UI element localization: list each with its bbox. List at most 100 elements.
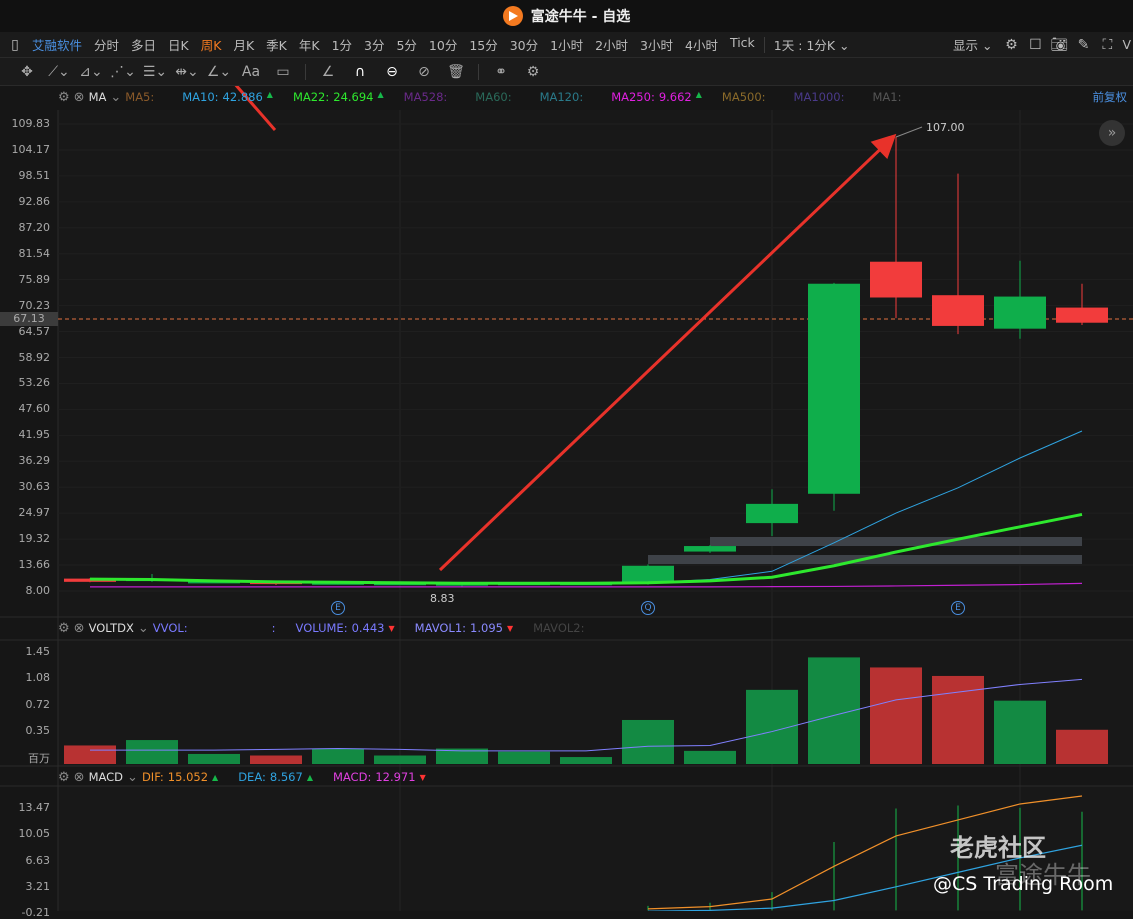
- axis-tick-label: 13.47: [18, 801, 51, 814]
- axis-tick-label: 70.23: [18, 298, 51, 312]
- axis-tick-label: 1.08: [25, 671, 51, 685]
- volume-bar: [126, 740, 178, 764]
- ma-label: MA250:: [611, 90, 655, 104]
- chevron-down-icon[interactable]: ⌄: [138, 621, 149, 636]
- close-icon[interactable]: ⊗: [74, 621, 85, 636]
- candle-body: [932, 295, 984, 326]
- camera-icon[interactable]: 📷︎: [1048, 34, 1070, 56]
- settings-icon[interactable]: ⚙: [58, 770, 70, 785]
- layout-icon[interactable]: ☐: [1024, 34, 1046, 56]
- trendline-icon[interactable]: ⟋⌄: [46, 61, 72, 83]
- ma-value: 42.886: [222, 90, 263, 104]
- fullscreen-icon[interactable]: ⛶: [1096, 34, 1118, 56]
- ma-label: MA528:: [403, 90, 448, 104]
- vvol-value: :: [271, 621, 276, 635]
- fibonacci-icon[interactable]: ☰⌄: [142, 61, 168, 83]
- stock-name[interactable]: 艾融软件: [26, 35, 88, 54]
- ma-value: 9.662: [658, 90, 692, 104]
- title-bar: 富途牛牛 - 自选: [0, 0, 1133, 32]
- dea-value: 8.567: [269, 770, 303, 784]
- text-icon[interactable]: Aa: [238, 61, 264, 83]
- price-zone: [710, 537, 1082, 546]
- period-tab[interactable]: 5分: [390, 35, 422, 54]
- trend-up-icon: ▲: [377, 90, 384, 99]
- trend-down-icon: ▼: [419, 772, 426, 782]
- settings-icon[interactable]: ⚙: [58, 621, 70, 636]
- period-toolbar: ▯ 艾融软件 分时 多日 日K 周K 月K 季K 年K 1分 3分 5分 10分 15分 30分 1小时 2…: [0, 32, 1133, 58]
- period-tab[interactable]: 月K: [227, 35, 260, 54]
- lock-drawings-icon[interactable]: ⊖: [379, 61, 405, 83]
- settings-icon[interactable]: ⚙: [58, 90, 70, 105]
- earnings-event-marker[interactable]: E: [951, 601, 965, 615]
- trash-icon[interactable]: 🗑︎: [443, 61, 469, 83]
- period-tab[interactable]: 年K: [293, 35, 326, 54]
- close-icon[interactable]: ⊗: [74, 770, 85, 785]
- trend-up-icon: ▲: [266, 90, 273, 99]
- period-tab[interactable]: 30分: [504, 35, 544, 54]
- period-tab[interactable]: 3分: [358, 35, 390, 54]
- period-tab[interactable]: 3小时: [634, 35, 679, 54]
- divider: [478, 63, 479, 80]
- measure-icon[interactable]: ⇹⌄: [174, 61, 200, 83]
- period-tab[interactable]: 10分: [423, 35, 463, 54]
- polyline-icon[interactable]: ⊿⌄: [78, 61, 104, 83]
- axis-tick-label: 1.45: [25, 645, 51, 658]
- angle-icon[interactable]: ∠⌄: [206, 61, 232, 83]
- chevron-down-icon[interactable]: ⌄: [127, 770, 138, 785]
- ma-label: MA5:: [125, 90, 155, 104]
- settings-icon[interactable]: ⚙: [1000, 34, 1022, 56]
- adjust-mode-button[interactable]: 前复权: [1093, 89, 1128, 105]
- sidebar-toggle-icon[interactable]: ▯: [4, 34, 26, 56]
- display-label: 显示: [952, 38, 978, 53]
- dif-value: 15.052: [167, 770, 209, 784]
- draw-settings-icon[interactable]: ⚙: [520, 61, 546, 83]
- compare-icon[interactable]: ⚭: [488, 61, 514, 83]
- period-tab[interactable]: 15分: [463, 35, 503, 54]
- volume-bar: [994, 700, 1046, 764]
- ma-label: MA10:: [182, 90, 219, 104]
- axis-tick-label: 81.54: [18, 246, 51, 260]
- period-tab[interactable]: 多日: [125, 35, 162, 54]
- hide-drawings-icon[interactable]: ⊘: [411, 61, 437, 83]
- candle-body: [808, 283, 860, 494]
- period-tab[interactable]: 季K: [260, 35, 293, 54]
- close-icon[interactable]: ⊗: [74, 90, 85, 105]
- range-select[interactable]: 1天 : 1分K ⌄: [768, 35, 856, 54]
- expand-chart-button[interactable]: »: [1099, 120, 1125, 146]
- indicator-name[interactable]: MA: [89, 90, 107, 104]
- axis-tick-label: 109.83: [11, 117, 51, 130]
- volume-bar: [188, 753, 240, 764]
- indicator-name[interactable]: VOLTDX: [89, 621, 134, 635]
- comment-icon[interactable]: ▭: [270, 61, 296, 83]
- axis-tick-label: 19.32: [18, 532, 51, 546]
- axis-tick-label: 24.97: [18, 506, 51, 520]
- chevron-down-icon[interactable]: ⌄: [110, 90, 121, 105]
- period-tab[interactable]: 周K: [195, 35, 228, 54]
- indicator-name[interactable]: MACD: [89, 770, 123, 784]
- candle-body: [1056, 307, 1108, 323]
- divider: [763, 36, 765, 53]
- period-tab[interactable]: 4小时: [679, 35, 724, 54]
- volume-bar: [684, 750, 736, 764]
- period-tab[interactable]: 2小时: [589, 35, 634, 54]
- divider: [305, 63, 306, 80]
- period-tab[interactable]: 1小时: [544, 35, 589, 54]
- axis-tick-label: 75.89: [18, 272, 51, 286]
- ma-legend: ⚙ ⊗ MA ⌄ MA5: MA10: 42.886 ▲ MA22: 24.694 ▲ MA5…: [0, 86, 1133, 108]
- period-tab[interactable]: 日K: [162, 35, 195, 54]
- period-tab[interactable]: 分时: [88, 35, 125, 54]
- axis-tick-label: 百万: [28, 752, 50, 765]
- display-dropdown[interactable]: 显示 ⌄: [947, 35, 998, 54]
- period-tab[interactable]: Tick: [724, 35, 761, 54]
- earnings-event-marker[interactable]: E: [331, 601, 345, 615]
- ruler-icon[interactable]: ∠: [315, 61, 341, 83]
- period-tab[interactable]: 1分: [326, 35, 358, 54]
- wave-icon[interactable]: ⋰⌄: [110, 61, 136, 83]
- pencil-icon[interactable]: ✎: [1072, 34, 1094, 56]
- mavol1-label: MAVOL1:: [414, 621, 467, 635]
- axis-tick-label: 47.60: [18, 402, 51, 416]
- quarter-event-marker[interactable]: Q: [641, 601, 655, 615]
- move-icon[interactable]: ✥: [14, 61, 40, 83]
- macd-label: MACD:: [332, 770, 372, 784]
- magnet-icon[interactable]: ∩: [347, 61, 373, 83]
